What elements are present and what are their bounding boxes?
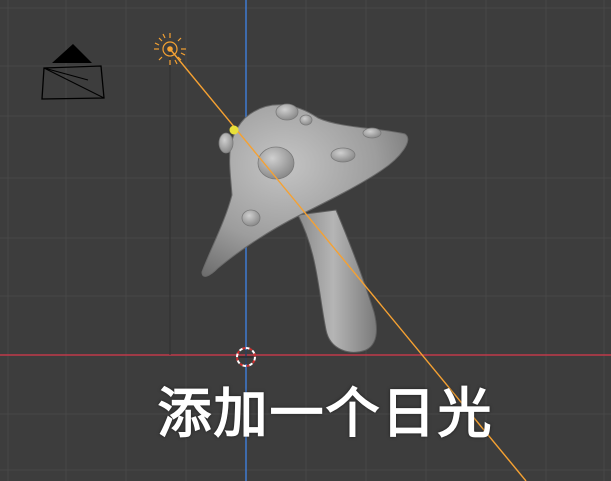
camera-icon[interactable]	[41, 44, 105, 100]
subtitle-caption: 添加一个日光	[157, 382, 494, 445]
mushroom-stem[interactable]	[297, 209, 377, 353]
selected-vertex[interactable]	[229, 125, 239, 135]
sun-lamp-icon[interactable]	[154, 33, 186, 65]
3d-cursor-icon[interactable]	[236, 347, 256, 367]
3d-viewport[interactable]: 添加一个日光	[0, 0, 611, 481]
